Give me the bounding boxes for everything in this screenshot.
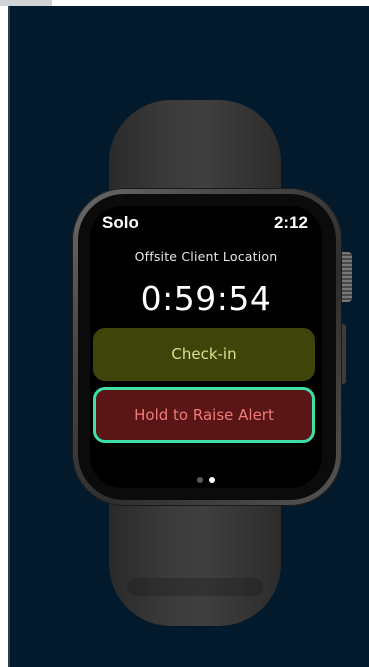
countdown-timer: 0:59:54 [140,279,272,318]
page-indicator[interactable] [90,468,322,483]
preview-background: Solo 2:12 Offsite Client Location 0:59:5… [8,6,369,667]
check-in-button[interactable]: Check-in [93,328,315,381]
location-label: Offsite Client Location [134,249,278,264]
raise-alert-button[interactable]: Hold to Raise Alert [93,387,315,443]
app-title: Solo [102,213,139,232]
screenshot-frame: Solo 2:12 Offsite Client Location 0:59:5… [0,0,369,667]
page-dot[interactable] [197,477,203,483]
watch-screen: Solo 2:12 Offsite Client Location 0:59:5… [90,206,322,488]
page-dot-active[interactable] [209,477,215,483]
status-clock: 2:12 [273,213,308,232]
